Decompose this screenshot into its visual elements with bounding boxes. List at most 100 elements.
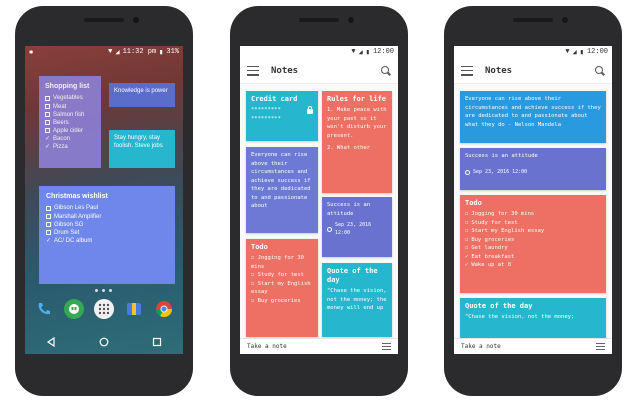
shopping-list-widget[interactable]: Shopping list Vegetables Meat Salmon fis… bbox=[39, 76, 101, 168]
checkbox-icon[interactable] bbox=[45, 95, 50, 101]
todo-item[interactable]: ✓ Eat breakfast bbox=[465, 253, 601, 262]
widget-text: Knowledge is power bbox=[114, 88, 168, 94]
list-item[interactable]: Drum Set bbox=[46, 229, 168, 237]
checkmark-icon[interactable]: ✓ bbox=[465, 261, 468, 270]
note-body: 2. What other bbox=[327, 145, 371, 152]
todo-item[interactable]: ☐ Study for test bbox=[251, 271, 313, 280]
note-card-rules-for-life[interactable]: Rules for life 1. Make peace with your p… bbox=[322, 91, 392, 193]
quote-widget-knowledge[interactable]: Knowledge is power bbox=[109, 83, 175, 107]
note-body: 1. Make peace with your past so it won't… bbox=[327, 107, 387, 139]
note-reminder: Sep 23, 2016 12:00 bbox=[327, 222, 387, 238]
note-card-todo[interactable]: Todo ☐ Jogging for 30 mins ☐ Study for tes… bbox=[460, 195, 606, 293]
note-title: Todo bbox=[465, 199, 482, 207]
menu-icon[interactable] bbox=[461, 65, 473, 76]
front-camera bbox=[348, 17, 354, 23]
page-indicator bbox=[95, 289, 112, 292]
quote-widget-stay-hungry[interactable]: Stay hungry, stay foolish. Steve jobs bbox=[109, 130, 175, 168]
back-button-icon[interactable] bbox=[46, 337, 56, 347]
search-icon[interactable] bbox=[381, 65, 391, 76]
list-item[interactable]: Gibson Les Paul bbox=[46, 204, 168, 212]
checkbox-icon[interactable]: ☐ bbox=[251, 281, 254, 287]
status-bar: ▼ ◢ ▮ 12:00 bbox=[240, 46, 398, 58]
navigation-bar bbox=[25, 330, 183, 354]
list-item[interactable]: Vegetables bbox=[45, 94, 95, 102]
todo-item[interactable]: ☐ Start my English essay bbox=[465, 227, 601, 236]
todo-item[interactable]: ☐ Study for test bbox=[465, 219, 601, 228]
maps-app-icon[interactable] bbox=[124, 299, 144, 319]
phone-notes-list: ▼ ◢ ▮ 12:00 Notes Everyone can rise abov… bbox=[444, 6, 622, 396]
note-body: ********* bbox=[251, 115, 281, 122]
widget-title: Christmas wishlist bbox=[46, 193, 108, 200]
todo-item[interactable]: ✓ Wake up at 8 bbox=[465, 261, 601, 270]
menu-icon[interactable] bbox=[247, 65, 259, 76]
list-item[interactable]: ✓ Bacon bbox=[45, 135, 95, 143]
take-a-note-input[interactable]: Take a note bbox=[461, 343, 596, 350]
checkmark-icon[interactable]: ✓ bbox=[45, 143, 50, 151]
todo-item[interactable]: ☐ Start my English essay bbox=[251, 280, 313, 297]
take-a-note-input[interactable]: Take a note bbox=[247, 343, 382, 350]
checkbox-icon[interactable] bbox=[45, 120, 50, 126]
checkbox-icon[interactable] bbox=[46, 222, 51, 228]
app-drawer-icon[interactable] bbox=[94, 299, 114, 319]
checkbox-icon[interactable] bbox=[46, 205, 51, 211]
chrome-app-icon[interactable] bbox=[154, 299, 174, 319]
list-view-icon[interactable] bbox=[382, 343, 391, 350]
reminder-date: Sep 23, 2016 12:00 bbox=[473, 168, 528, 175]
list-item[interactable]: Salmon fish bbox=[45, 111, 95, 119]
checkbox-icon[interactable]: ☐ bbox=[251, 255, 254, 261]
todo-item[interactable]: ☐ Jogging for 30 mins bbox=[251, 254, 313, 271]
battery-level: 31% bbox=[166, 48, 179, 56]
checkbox-icon[interactable]: ☐ bbox=[465, 210, 468, 219]
recents-button-icon[interactable] bbox=[152, 337, 162, 347]
note-card-quote-of-the-day[interactable]: Quote of the day "Chase the vision, not … bbox=[322, 263, 392, 337]
list-item[interactable]: Apple cider bbox=[45, 127, 95, 135]
note-card-todo[interactable]: Todo ☐ Jogging for 30 mins ☐ Study for t… bbox=[246, 239, 318, 337]
wifi-icon: ▼ bbox=[108, 48, 113, 56]
status-time: 11:32 pm bbox=[122, 48, 157, 56]
list-item[interactable]: Meat bbox=[45, 103, 95, 111]
note-title: Todo bbox=[251, 243, 268, 251]
checkbox-icon[interactable]: ☐ bbox=[251, 298, 254, 304]
list-item[interactable]: Gibson SG bbox=[46, 221, 168, 229]
widget-title: Shopping list bbox=[45, 83, 90, 90]
checkbox-icon[interactable]: ☐ bbox=[251, 272, 254, 278]
note-card-quote[interactable]: Everyone can rise above their circumstan… bbox=[460, 91, 606, 143]
status-time: 12:00 bbox=[586, 48, 608, 56]
list-item[interactable]: ✓ Pizza bbox=[45, 143, 95, 151]
note-card-quote-of-the-day[interactable]: Quote of the day "Chase the vision, not … bbox=[460, 298, 606, 338]
checkbox-icon[interactable] bbox=[46, 230, 51, 236]
note-card-success[interactable]: Success is an attitude Sep 23, 2016 12:0… bbox=[322, 197, 392, 257]
checkmark-icon[interactable]: ✓ bbox=[465, 253, 468, 262]
note-card-credit-card[interactable]: Credit card ********* ********* bbox=[246, 91, 318, 141]
app-dock bbox=[29, 297, 179, 321]
checkbox-icon[interactable]: ☐ bbox=[465, 219, 468, 228]
checkbox-icon[interactable]: ☐ bbox=[465, 244, 468, 253]
todo-item[interactable]: ☐ Buy groceries bbox=[251, 297, 313, 306]
checkmark-icon[interactable]: ✓ bbox=[46, 237, 51, 245]
christmas-wishlist-widget[interactable]: Christmas wishlist Gibson Les Paul Marsh… bbox=[39, 186, 175, 284]
todo-item[interactable]: ☐ Buy groceries bbox=[465, 236, 601, 245]
note-body: Everyone can rise above their circumstan… bbox=[251, 152, 311, 210]
todo-item[interactable]: ☐ Jogging for 30 mins bbox=[465, 210, 601, 219]
notification-icon: ✱ bbox=[29, 49, 34, 57]
list-item[interactable]: ✓ AC/ DC album bbox=[46, 237, 168, 245]
search-icon[interactable] bbox=[595, 65, 605, 76]
list-item[interactable]: Marshall Amplifier bbox=[46, 213, 168, 221]
checkbox-icon[interactable] bbox=[45, 128, 50, 134]
note-card-success[interactable]: Success is an attitude Sep 23, 2016 12:0… bbox=[460, 148, 606, 190]
checkbox-icon[interactable] bbox=[45, 104, 50, 110]
status-bar: ✱ ▼ ◢ 11:32 pm ▮ 31% bbox=[25, 46, 183, 58]
hangouts-app-icon[interactable] bbox=[64, 299, 84, 319]
list-item[interactable]: Beers bbox=[45, 119, 95, 127]
checkbox-icon[interactable] bbox=[45, 112, 50, 118]
checkbox-icon[interactable] bbox=[46, 214, 51, 220]
list-view-icon[interactable] bbox=[596, 343, 605, 350]
checkbox-icon[interactable]: ☐ bbox=[465, 227, 468, 236]
todo-item[interactable]: ☐ Get laundry bbox=[465, 244, 601, 253]
note-card-quote[interactable]: Everyone can rise above their circumstan… bbox=[246, 147, 318, 233]
home-button-icon[interactable] bbox=[99, 337, 109, 347]
checkbox-icon[interactable]: ☐ bbox=[465, 236, 468, 245]
checkmark-icon[interactable]: ✓ bbox=[45, 135, 50, 143]
app-bar: Notes bbox=[454, 58, 612, 84]
phone-app-icon[interactable] bbox=[34, 299, 54, 319]
